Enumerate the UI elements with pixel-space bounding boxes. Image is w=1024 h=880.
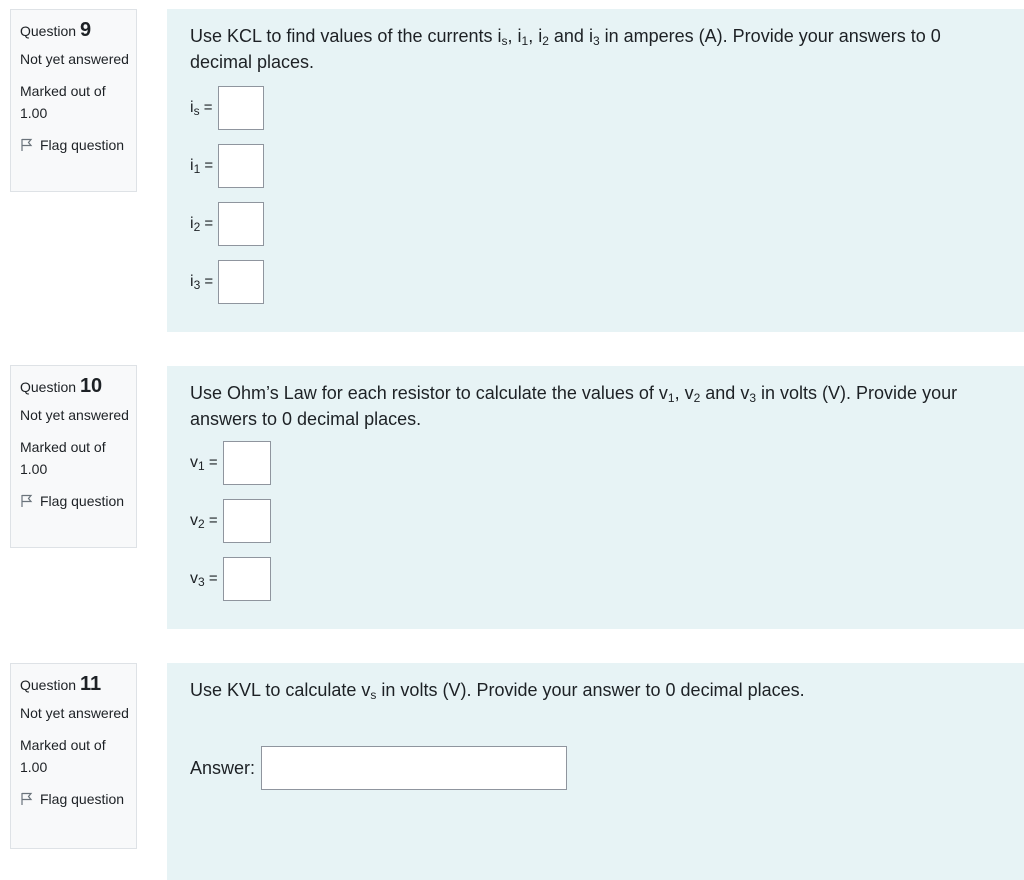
var-v2: v2 xyxy=(684,383,701,405)
question-state: Not yet answered xyxy=(20,51,129,67)
var-vs: vs xyxy=(361,680,377,702)
flag-question-label: Flag question xyxy=(40,791,125,807)
question-info-9: Question 9 Not yet answered Marked out o… xyxy=(10,9,137,192)
answer-row-v1: v1 = xyxy=(190,441,271,485)
var-is: is xyxy=(497,26,508,48)
answer-input-i3[interactable] xyxy=(218,260,265,304)
question-content-9: Use KCL to find values of the currents i… xyxy=(167,9,1024,332)
answer-input-i1[interactable] xyxy=(218,144,265,188)
question-text: Use KCL to find values of the currents i… xyxy=(190,26,941,72)
var-i3: i3 xyxy=(588,26,600,48)
question-state: Not yet answered xyxy=(20,407,129,423)
answer-row-v3: v3 = xyxy=(190,557,271,601)
question-text: Use Ohm’s Law for each resistor to calcu… xyxy=(190,383,958,429)
var-v1: v1 xyxy=(658,383,675,405)
answer-label-v3: v3 = xyxy=(190,570,218,589)
answer-label-v1: v1 = xyxy=(190,454,218,473)
answer-label-v2: v2 = xyxy=(190,512,218,531)
answer-row-i2: i2 = xyxy=(190,202,265,246)
flag-question-button[interactable]: Flag question xyxy=(20,134,136,156)
var-i1: i1 xyxy=(517,26,529,48)
question-info-11: Question 11 Not yet answered Marked out … xyxy=(10,663,137,849)
answer-input-v1[interactable] xyxy=(222,441,271,485)
answer-label: Answer: xyxy=(190,757,256,778)
question-label: Question xyxy=(20,677,77,693)
flag-question-button[interactable]: Flag question xyxy=(20,490,136,512)
answer-input-v2[interactable] xyxy=(222,499,271,543)
answer-row: Answer: xyxy=(190,746,568,790)
question-grade: Marked out of 1.00 xyxy=(20,439,106,477)
flag-icon xyxy=(20,494,34,508)
answer-input[interactable] xyxy=(261,746,568,790)
question-number: Question 9 xyxy=(20,19,136,42)
var-i2: i2 xyxy=(538,26,549,48)
question-number: Question 11 xyxy=(20,673,136,696)
flag-icon xyxy=(20,792,34,806)
answer-input-v3[interactable] xyxy=(222,557,271,601)
question-text: Use KVL to calculate vs in volts (V). Pr… xyxy=(190,680,805,702)
answer-row-v2: v2 = xyxy=(190,499,271,543)
answer-input-is[interactable] xyxy=(217,86,264,130)
answer-label-i1: i1 = xyxy=(190,157,214,176)
answer-row-i3: i3 = xyxy=(190,260,265,304)
question-number-value: 10 xyxy=(79,375,103,397)
question-grade: Marked out of 1.00 xyxy=(20,83,106,121)
question-content-11: Use KVL to calculate vs in volts (V). Pr… xyxy=(167,663,1024,880)
question-label: Question xyxy=(20,23,77,39)
flag-question-label: Flag question xyxy=(40,137,125,153)
answer-label-i3: i3 = xyxy=(190,273,214,292)
answer-label-i2: i2 = xyxy=(190,215,214,234)
answer-row-is: is = xyxy=(190,86,264,130)
question-number-value: 9 xyxy=(79,19,92,41)
question-number-value: 11 xyxy=(79,673,102,695)
flag-question-label: Flag question xyxy=(40,493,125,509)
answer-label-is: is = xyxy=(190,99,213,118)
question-state: Not yet answered xyxy=(20,705,129,721)
answer-row-i1: i1 = xyxy=(190,144,265,188)
question-label: Question xyxy=(20,379,77,395)
question-info-10: Question 10 Not yet answered Marked out … xyxy=(10,365,137,548)
question-number: Question 10 xyxy=(20,375,136,398)
answer-input-i2[interactable] xyxy=(218,202,265,246)
question-content-10: Use Ohm’s Law for each resistor to calcu… xyxy=(167,366,1024,629)
question-grade: Marked out of 1.00 xyxy=(20,737,106,775)
var-v3: v3 xyxy=(740,383,757,405)
flag-icon xyxy=(20,138,34,152)
flag-question-button[interactable]: Flag question xyxy=(20,788,136,810)
